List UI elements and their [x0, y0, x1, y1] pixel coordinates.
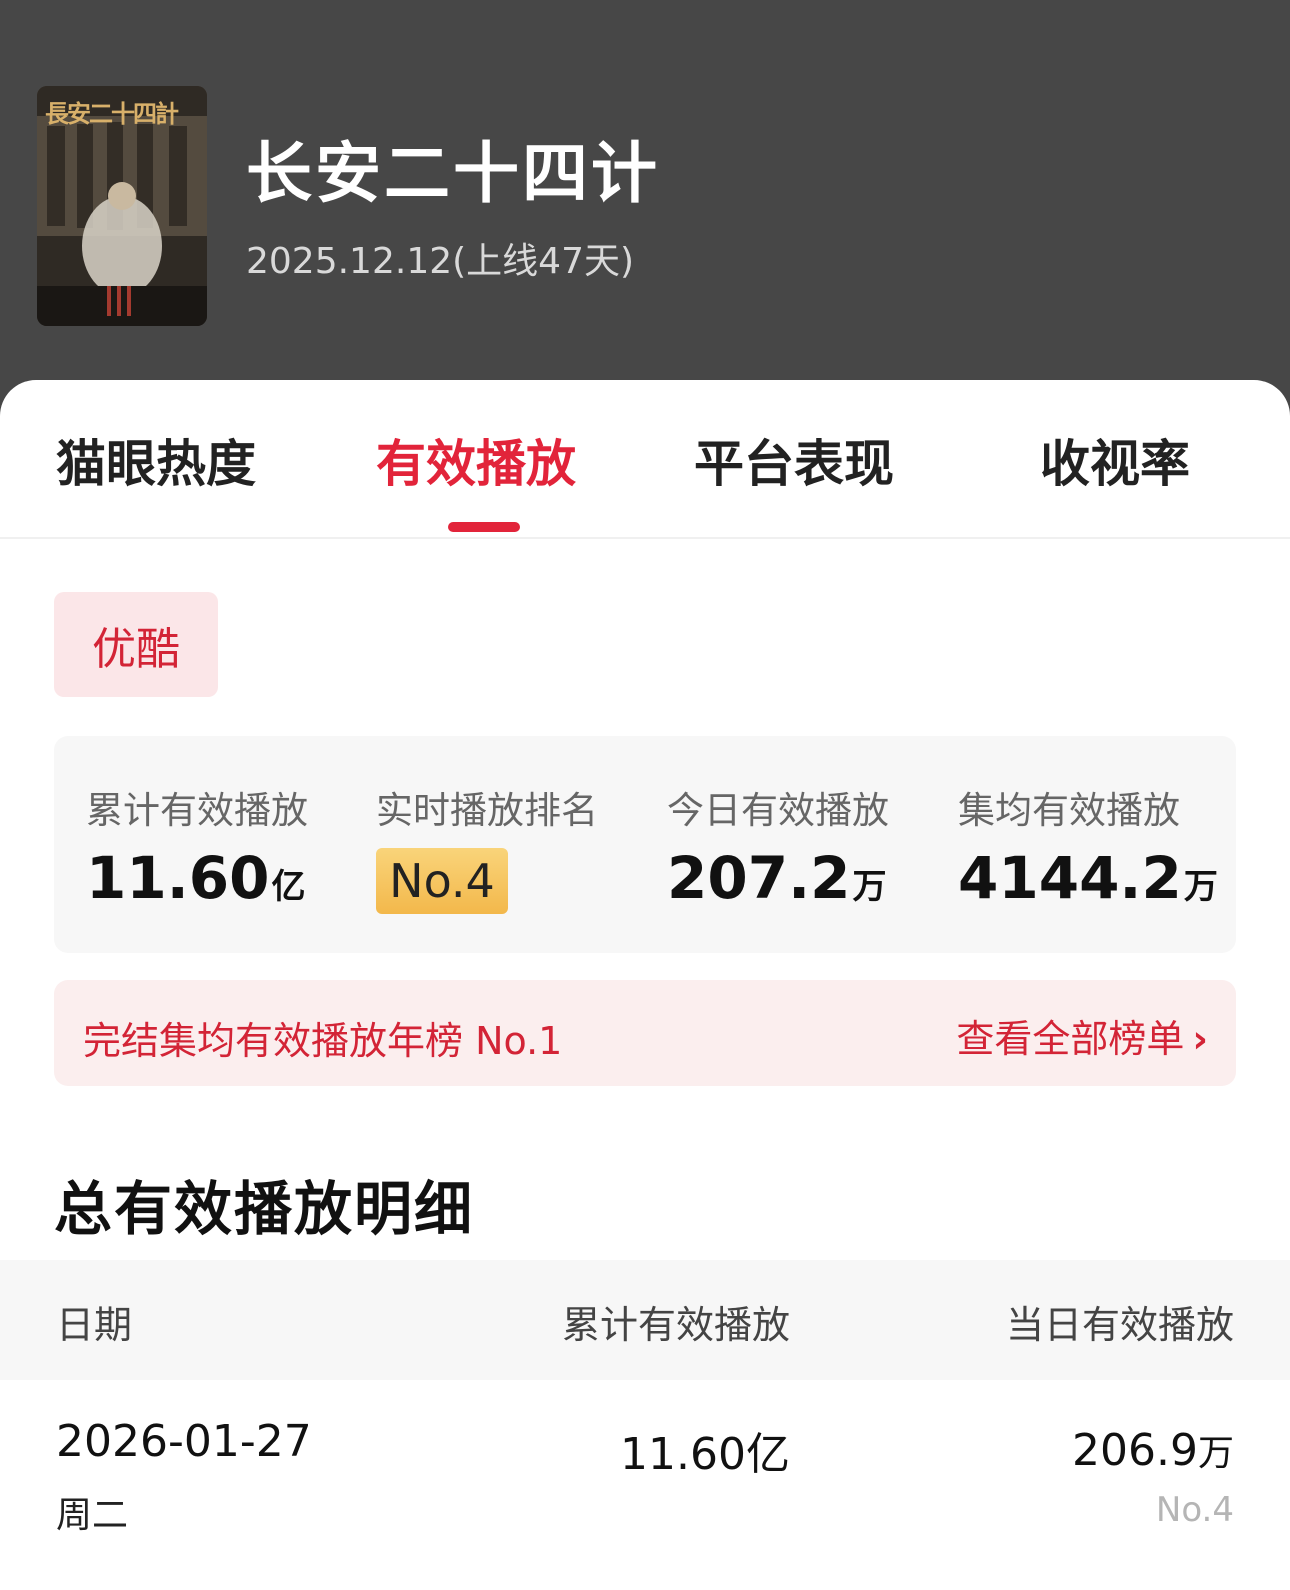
row-weekday: 周二	[56, 1495, 129, 1536]
table-row[interactable]: 2026-01-27 周二 11.60亿 206.9万 No.4	[0, 1380, 1290, 1590]
tab-maoyan-heat[interactable]: 猫眼热度	[56, 424, 256, 496]
show-release-info: 2025.12.12(上线47天)	[246, 241, 635, 282]
award-banner[interactable]: 完结集均有效播放年榜 No.1 查看全部榜单 ›	[54, 980, 1236, 1086]
stat-per-episode-number: 4144.2	[958, 844, 1182, 912]
stat-per-episode-value: 4144.2万	[958, 844, 1218, 912]
table-header: 日期 累计有效播放 当日有效播放	[0, 1260, 1290, 1380]
show-title: 长安二十四计	[246, 135, 660, 212]
row-daily-unit: 万	[1197, 1433, 1234, 1474]
poster-title: 長安二十四計	[45, 99, 179, 128]
stat-today-number: 207.2	[667, 844, 851, 912]
chevron-right-icon: ›	[1192, 1017, 1208, 1061]
view-all-rankings-link[interactable]: 查看全部榜单 ›	[956, 1008, 1208, 1063]
platform-chip-youku[interactable]: 优酷	[54, 592, 218, 697]
tab-bar: 猫眼热度 有效播放 平台表现 收视率	[0, 380, 1290, 539]
stat-today-value: 207.2万	[667, 844, 886, 912]
tab-effective-plays[interactable]: 有效播放	[376, 424, 576, 496]
award-text: 完结集均有效播放年榜 No.1	[83, 1019, 563, 1063]
content-panel: 猫眼热度 有效播放 平台表现 收视率 优酷 累计有效播放 11.60亿 实时播放…	[0, 380, 1290, 1590]
row-daily-value: 206.9	[1072, 1425, 1198, 1476]
rank-badge: No.4	[376, 848, 508, 914]
stat-per-episode-label: 集均有效播放	[958, 789, 1180, 832]
tab-platform-performance[interactable]: 平台表现	[694, 424, 894, 496]
show-header: 長安二十四計 长安二十四计 2025.12.12(上线47天)	[0, 0, 1290, 400]
stat-cumulative-label: 累计有效播放	[86, 789, 308, 832]
stat-today-unit: 万	[852, 867, 887, 907]
row-date: 2026-01-27	[56, 1416, 312, 1467]
stat-cumulative-number: 11.60	[86, 844, 270, 912]
column-header-daily: 当日有效播放	[1005, 1303, 1234, 1347]
row-cumulative: 11.60亿	[620, 1429, 790, 1480]
section-title: 总有效播放明细	[54, 1175, 475, 1243]
stat-today-label: 今日有效播放	[667, 789, 889, 832]
row-daily-rank: No.4	[1155, 1490, 1234, 1530]
stat-per-episode-unit: 万	[1183, 867, 1218, 907]
stats-summary: 累计有效播放 11.60亿 实时播放排名 No.4 今日有效播放 207.2万 …	[54, 736, 1236, 953]
stat-cumulative-unit: 亿	[271, 867, 306, 907]
active-tab-indicator	[448, 522, 520, 532]
view-all-rankings-label: 查看全部榜单	[956, 1017, 1185, 1061]
column-header-cumulative: 累计有效播放	[561, 1303, 790, 1347]
column-header-date: 日期	[56, 1303, 133, 1347]
stat-rank-label: 实时播放排名	[376, 789, 598, 832]
stat-cumulative-value: 11.60亿	[86, 844, 305, 912]
tab-ratings[interactable]: 收视率	[1040, 424, 1190, 496]
row-daily: 206.9万	[1072, 1424, 1234, 1476]
show-poster[interactable]: 長安二十四計	[37, 86, 207, 326]
